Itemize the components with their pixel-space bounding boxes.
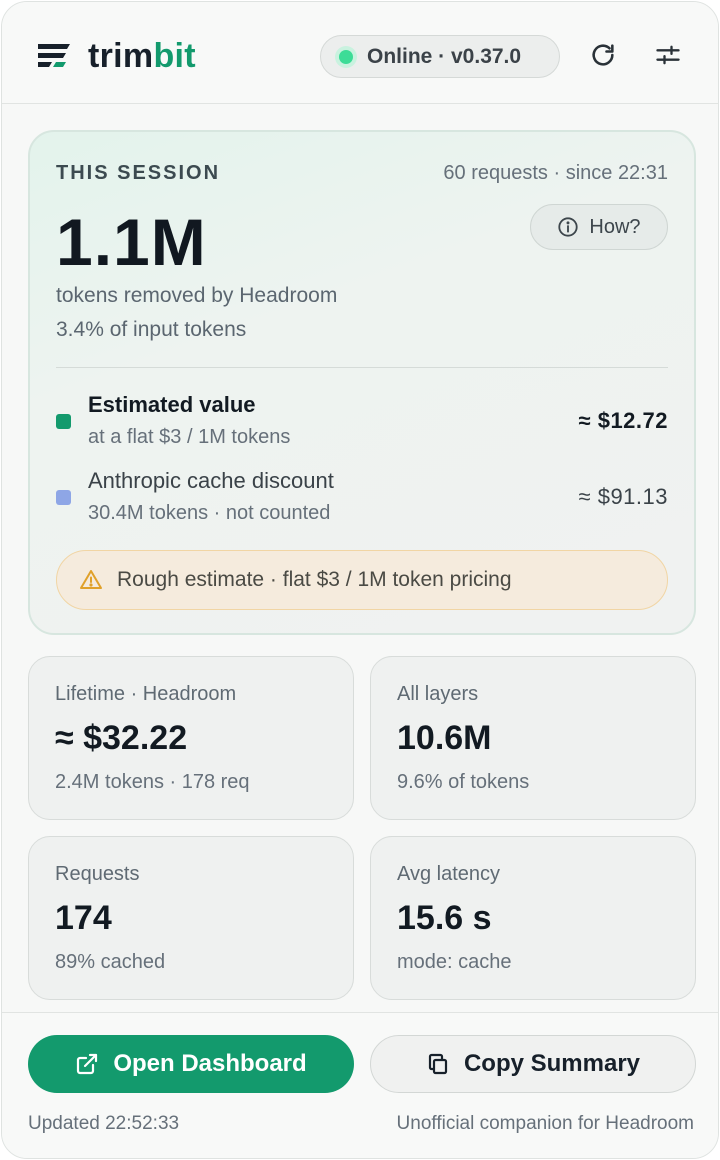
copy-summary-label: Copy Summary [463, 1050, 641, 1077]
footer: Open Dashboard Copy Summary Updated 22:5… [2, 1012, 718, 1158]
open-dashboard-button[interactable]: Open Dashboard [28, 1035, 354, 1093]
session-meta: 60 requests · since 22:31 [443, 162, 668, 184]
all-layers-label: All layers [397, 683, 479, 705]
copy-summary-button[interactable]: Copy Summary [370, 1035, 696, 1093]
refresh-button[interactable] [586, 38, 620, 72]
latency-sub: mode: cache [397, 951, 512, 973]
estimated-value-row: Estimated value at a flat $3 / 1M tokens… [56, 392, 668, 454]
status-text: Online · v0.37.0 [367, 44, 522, 68]
popup-window: trimbit Online · v0.37.0 THIS SESSION 60… [1, 1, 719, 1159]
status-badge: Online · v0.37.0 [320, 35, 560, 78]
cache-discount-row: Anthropic cache discount 30.4M tokens · … [56, 468, 668, 530]
logo-icon [38, 44, 70, 67]
requests-card: Requests 174 89% cached [28, 836, 354, 1000]
companion-note: Unofficial companion for Headroom [396, 1113, 694, 1134]
requests-value: 174 [55, 899, 112, 937]
latency-value: 15.6 s [397, 899, 492, 937]
brand-part-trim: trim [88, 37, 154, 75]
lifetime-label: Lifetime · Headroom [55, 683, 237, 705]
estimated-value-desc: at a flat $3 / 1M tokens [88, 426, 291, 448]
how-button[interactable]: How? [530, 204, 668, 250]
all-layers-card: All layers 10.6M 9.6% of tokens [370, 656, 696, 820]
copy-icon [428, 1053, 448, 1075]
estimated-value-title: Estimated value [88, 392, 256, 417]
info-icon [558, 217, 579, 237]
lifetime-sub: 2.4M tokens · 178 req [55, 771, 250, 793]
warning-icon [80, 570, 102, 589]
divider [56, 367, 668, 368]
input-tokens-percent: 3.4% of input tokens [56, 318, 247, 341]
latency-card: Avg latency 15.6 s mode: cache [370, 836, 696, 1000]
tokens-removed-caption: tokens removed by Headroom [56, 284, 338, 307]
warning-text: Rough estimate · flat $3 / 1M token pric… [117, 568, 512, 591]
settings-button[interactable] [651, 38, 685, 72]
estimated-value-amount: ≈ $12.72 [578, 408, 668, 433]
cache-discount-title: Anthropic cache discount [88, 468, 334, 493]
cache-discount-desc: 30.4M tokens · not counted [88, 502, 331, 524]
header: trimbit Online · v0.37.0 [2, 2, 718, 104]
requests-sub: 89% cached [55, 951, 166, 973]
open-dashboard-label: Open Dashboard [113, 1050, 307, 1077]
external-link-icon [77, 1053, 98, 1075]
cache-discount-amount: ≈ $91.13 [578, 484, 668, 509]
how-label: How? [589, 215, 641, 238]
latency-label: Avg latency [397, 863, 501, 885]
requests-label: Requests [55, 863, 140, 885]
online-dot-icon [339, 49, 353, 64]
all-layers-value: 10.6M [397, 719, 492, 757]
updated-timestamp: Updated 22:52:33 [28, 1113, 180, 1134]
lifetime-value: ≈ $32.22 [55, 719, 188, 757]
cache-discount-swatch-icon [56, 490, 71, 505]
estimated-value-swatch-icon [56, 414, 71, 429]
refresh-icon [592, 44, 614, 66]
tokens-removed-value: 1.1M [56, 205, 207, 279]
brand-part-bit: bit [153, 37, 196, 75]
lifetime-card: Lifetime · Headroom ≈ $32.22 2.4M tokens… [28, 656, 354, 820]
sliders-icon [656, 45, 680, 65]
brand-name: trimbit [88, 34, 196, 78]
estimate-warning: Rough estimate · flat $3 / 1M token pric… [56, 550, 668, 610]
session-card: THIS SESSION 60 requests · since 22:31 1… [28, 130, 696, 635]
all-layers-sub: 9.6% of tokens [397, 771, 530, 793]
session-label: THIS SESSION [56, 162, 221, 184]
